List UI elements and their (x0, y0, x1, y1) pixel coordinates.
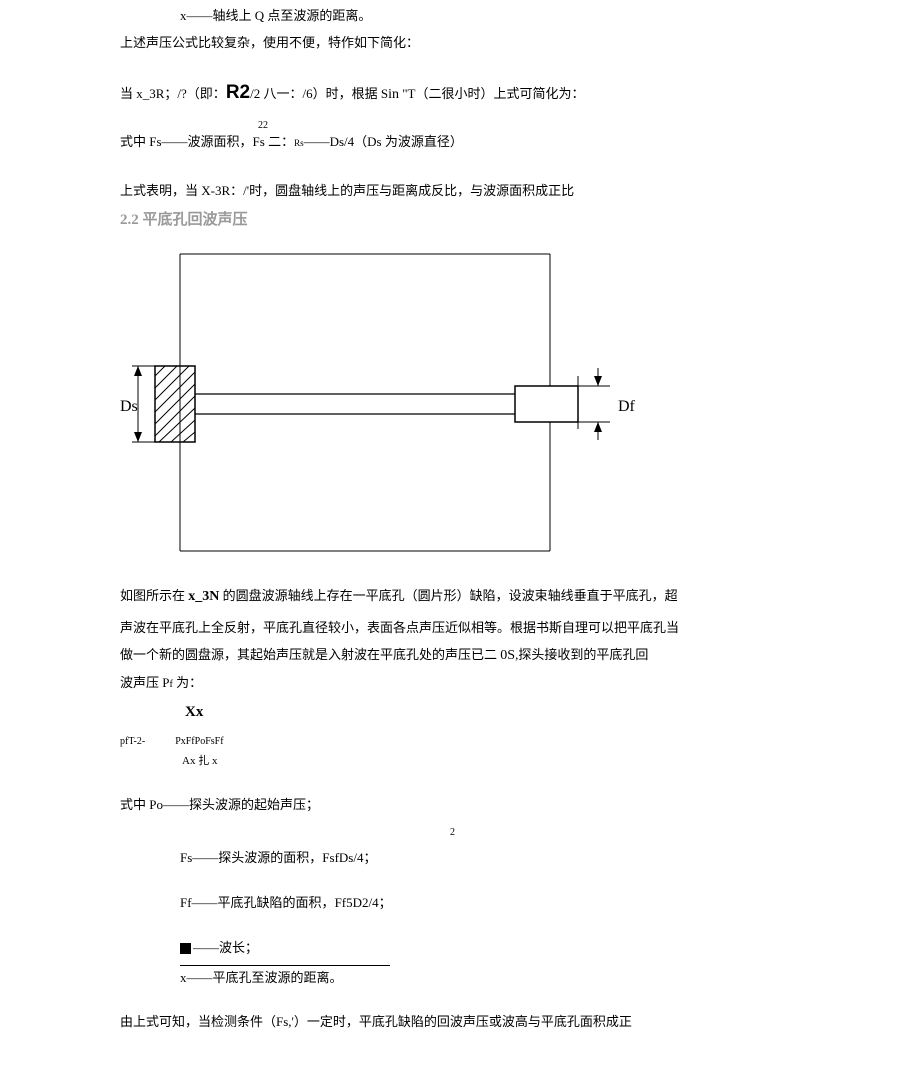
text-figure-desc-2: 声波在平底孔上全反射，平底孔直径较小，表面各点声压近似相等。根据书斯自理可以把平… (120, 618, 800, 639)
text-figure-desc-3: 做一个新的圆盘源，其起始声压就是入射波在平底孔处的声压已二 0S,探头接收到的平… (120, 645, 800, 667)
symbol-R2: R2 (226, 82, 250, 103)
formula-pf: Xx pfT-2- PxFfPoFsFf Ax 扎 x (120, 700, 800, 771)
formula-numerator: PxFfPoFsFf (175, 734, 223, 750)
formula-xx: Xx (185, 700, 800, 724)
label-df: Df (618, 398, 636, 415)
section-2-2-heading: 2.2 平底孔回波声压 (120, 208, 800, 232)
text-simplify-intro: 上述声压公式比较复杂，使用不便，特作如下简化： (120, 33, 800, 54)
superscript-22: 22 (258, 118, 268, 134)
text-po-def: 式中 Po——探头波源的起始声压； (120, 795, 800, 816)
label-ds: Ds (120, 398, 138, 415)
formula-label: pfT-2- (120, 734, 145, 750)
text-x-distance: x——轴线上 Q 点至波源的距离。 (180, 6, 800, 27)
text-fs-definition: 22 式中 Fs——波源面积，Fs 二：Rs——Ds/4（Ds 为波源直径） (120, 132, 800, 153)
superscript-2: 2 (120, 821, 800, 842)
text-wavelength: ——波长； (180, 938, 800, 959)
text-figure-desc-1: 如图所示在 x_3N 的圆盘波源轴线上存在一平底孔（圆片形）缺陷，设波束轴线垂直… (120, 586, 800, 608)
formula-denominator: Ax 扎 x (182, 753, 800, 771)
text-conclusion-x3r: 上式表明，当 X-3R：/'时，圆盘轴线上的声压与距离成反比，与波源面积成正比 (120, 181, 800, 202)
text-fs-def: Fs——探头波源的面积，FsfDs/4； (180, 848, 800, 869)
text-condition-x3r: 当 x_3R；/?（即：R2/2 八一：/6）时，根据 Sin "T（二很小时）… (120, 78, 800, 108)
text-x-def: x——平底孔至波源的距离。 (180, 965, 390, 989)
text-ff-def: Ff——平底孔缺陷的面积，Ff5D2/4； (180, 893, 800, 914)
text-pf-intro: 波声压 Pf 为： (120, 673, 800, 694)
figure-flat-bottom-hole: Ds Df (120, 236, 680, 566)
text-conclusion: 由上式可知，当检测条件（Fs,'）一定时，平底孔缺陷的回波声压或波高与平底孔面积… (120, 1012, 800, 1033)
